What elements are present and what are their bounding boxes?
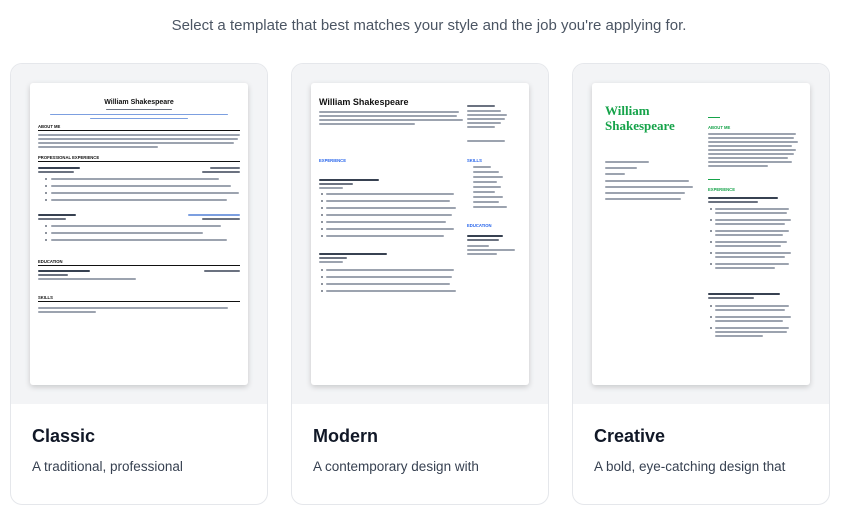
resume-section-experience: EXPERIENCE xyxy=(319,158,346,163)
template-description-creative: A bold, eye-catching design that xyxy=(594,459,786,474)
resume-thumbnail-creative: William Shakespeare ABOUT ME EXPERIENCE xyxy=(592,83,810,385)
template-preview-modern: William Shakespeare EXPERIENCE SKILLS ED… xyxy=(292,64,548,404)
resume-name: William Shakespeare xyxy=(104,99,174,106)
template-card-creative[interactable]: William Shakespeare ABOUT ME EXPERIENCE xyxy=(572,63,830,505)
resume-section-about: ABOUT ME xyxy=(708,125,731,130)
page-subtitle: Select a template that best matches your… xyxy=(171,17,687,34)
template-title-modern: Modern xyxy=(313,426,378,446)
resume-name: William Shakespeare xyxy=(319,97,409,107)
template-card-modern[interactable]: William Shakespeare EXPERIENCE SKILLS ED… xyxy=(291,63,549,505)
resume-section-experience: EXPERIENCE xyxy=(708,187,735,192)
resume-section-education: EDUCATION xyxy=(467,223,492,228)
template-preview-classic: William Shakespeare ABOUT ME PROFESSIONA… xyxy=(11,64,267,404)
resume-name-last: Shakespeare xyxy=(605,118,675,133)
resume-thumbnail-modern: William Shakespeare EXPERIENCE SKILLS ED… xyxy=(311,83,529,385)
resume-section-about: ABOUT ME xyxy=(38,124,61,129)
template-preview-creative: William Shakespeare ABOUT ME EXPERIENCE xyxy=(573,64,829,404)
template-description-classic: A traditional, professional xyxy=(32,459,183,474)
resume-section-education: EDUCATION xyxy=(38,259,63,264)
resume-section-skills: SKILLS xyxy=(38,295,53,300)
template-card-classic[interactable]: William Shakespeare ABOUT ME PROFESSIONA… xyxy=(10,63,268,505)
template-description-modern: A contemporary design with xyxy=(313,459,479,474)
resume-section-experience: PROFESSIONAL EXPERIENCE xyxy=(38,155,100,160)
resume-name: William Shakespeare xyxy=(605,103,675,133)
template-title-creative: Creative xyxy=(594,426,666,446)
resume-thumbnail-classic: William Shakespeare ABOUT ME PROFESSIONA… xyxy=(30,83,248,385)
template-title-classic: Classic xyxy=(32,426,96,446)
resume-name-first: William xyxy=(605,103,650,118)
resume-section-skills: SKILLS xyxy=(467,158,482,163)
